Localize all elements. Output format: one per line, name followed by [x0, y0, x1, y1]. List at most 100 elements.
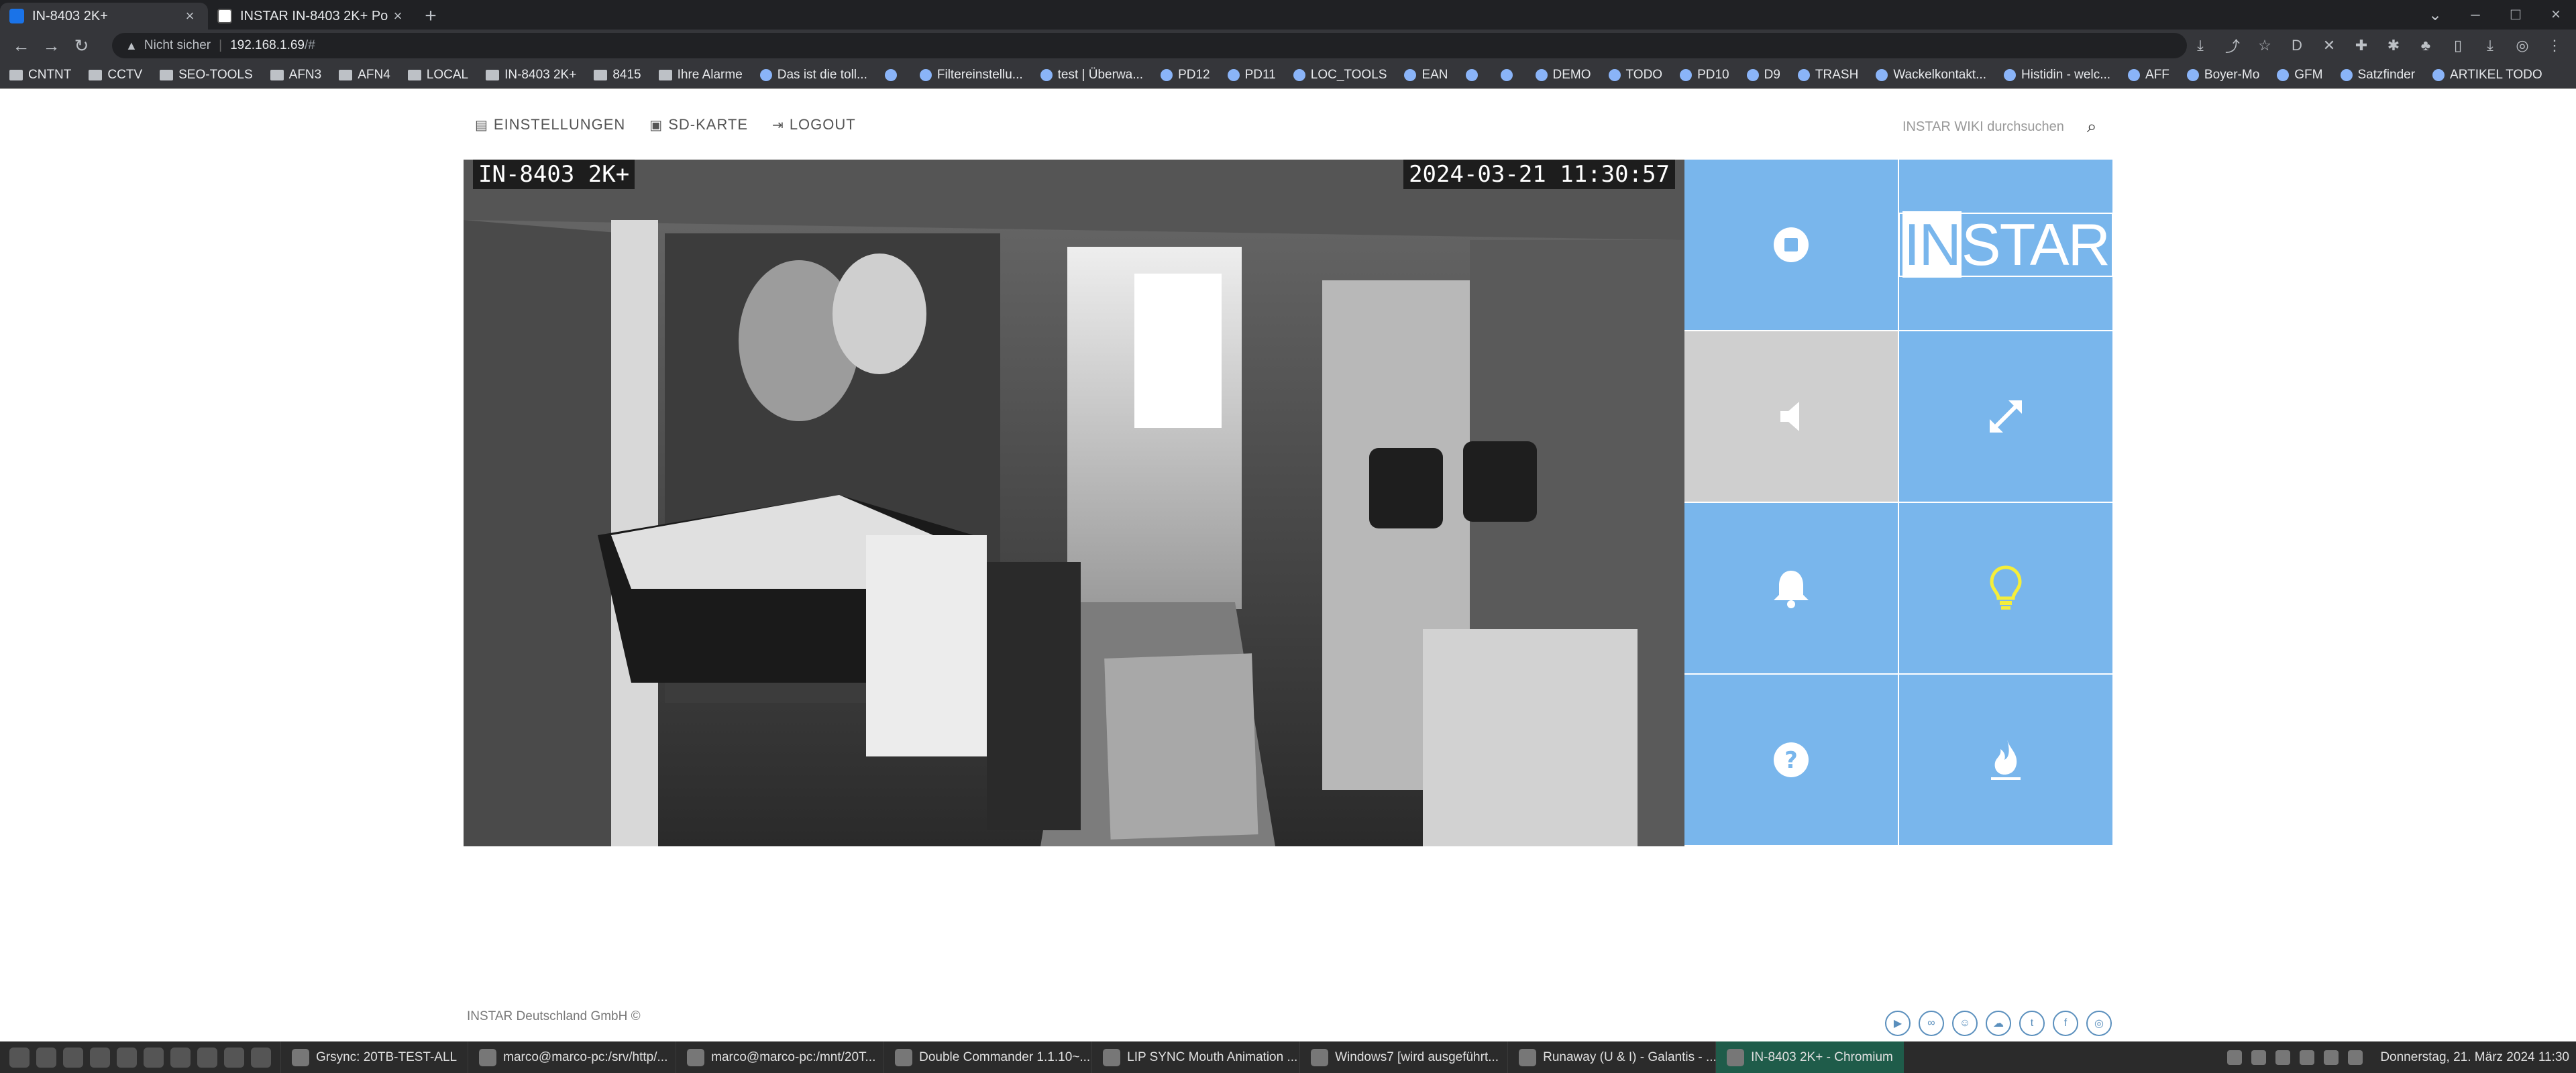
bookmark-item[interactable]: AFN3 [270, 68, 321, 82]
taskbar-task[interactable]: Grsync: 20TB-TEST-ALL [280, 1041, 468, 1073]
bookmark-item[interactable]: IN-8403 2K+ [486, 68, 576, 82]
bookmark-item[interactable]: Ihre Alarme [658, 68, 743, 82]
bookmark-item[interactable]: D9 [1746, 68, 1780, 82]
bookmark-item[interactable] [1500, 68, 1518, 81]
bookmark-item[interactable]: CCTV [89, 68, 142, 82]
taskbar-task[interactable]: LIP SYNC Mouth Animation ... [1091, 1041, 1299, 1073]
bookmark-item[interactable]: TRASH [1797, 68, 1858, 82]
bookmark-item[interactable]: Boyer-Mo [2186, 68, 2259, 82]
puzzle-icon[interactable]: ✱ [2380, 32, 2407, 59]
bookmark-item[interactable]: PD10 [1680, 68, 1729, 82]
app-icon[interactable] [36, 1047, 56, 1068]
tab-search-icon[interactable]: ⌄ [2415, 0, 2455, 30]
app-icon[interactable] [197, 1047, 217, 1068]
bookmark-item[interactable]: TODO [1608, 68, 1662, 82]
bookmark-item[interactable]: PD11 [1227, 68, 1276, 82]
reload-icon[interactable]: ↻ [68, 32, 95, 59]
taskbar-task[interactable]: marco@marco-pc:/mnt/20T... [676, 1041, 883, 1073]
taskbar-task[interactable]: Double Commander 1.1.10~... [883, 1041, 1091, 1073]
bookmark-item[interactable]: Wackelkontakt... [1876, 68, 1986, 82]
desktop-icon[interactable] [63, 1047, 83, 1068]
search-input[interactable]: INSTAR WIKI durchsuchen [1902, 119, 2064, 135]
bookmark-item[interactable]: Histidin - welc... [2004, 68, 2110, 82]
network-icon[interactable] [2300, 1050, 2315, 1065]
app-icon[interactable] [224, 1047, 244, 1068]
camera-live-view[interactable]: IN-8403 2K+ 2024-03-21 11:30:57 [464, 160, 1684, 846]
new-tab-button[interactable]: + [416, 3, 445, 30]
taskbar-task[interactable]: Windows7 [wird ausgeführt... [1299, 1041, 1507, 1073]
bookmark-item[interactable]: SEO-TOOLS [160, 68, 253, 82]
menu-icon[interactable]: ⋮ [2541, 32, 2568, 59]
search-icon[interactable]: ⌕ [2087, 116, 2097, 137]
tab-instar-product[interactable]: INSTAR IN-8403 2K+ Po × [208, 3, 416, 30]
forward-icon[interactable]: → [38, 32, 64, 59]
sidebar-icon[interactable]: ▯ [2445, 32, 2471, 59]
bookmark-item[interactable]: LOCAL [407, 68, 468, 82]
star-icon[interactable]: ☆ [2251, 32, 2278, 59]
extension-icon[interactable]: ✚ [2348, 32, 2375, 59]
ir-light-button[interactable] [1899, 503, 2112, 673]
share-icon[interactable]: ⤴ [2219, 32, 2246, 59]
bookmark-item[interactable]: 8415 [594, 68, 641, 82]
download-icon[interactable]: ⤓ [2187, 32, 2214, 59]
social-icon[interactable]: ☁ [1986, 1011, 2011, 1036]
close-icon[interactable]: × [181, 7, 199, 25]
bookmark-item[interactable]: GFM [2277, 68, 2323, 82]
alarm-button[interactable] [1684, 503, 1898, 673]
close-icon[interactable]: × [389, 7, 407, 25]
flame-button[interactable] [1899, 675, 2112, 845]
address-bar[interactable]: ▲ Nicht sicher | 192.168.1.69 /# [112, 33, 2187, 58]
taskbar-task[interactable]: Runaway (U & I) - Galantis - ... [1507, 1041, 1715, 1073]
stop-stream-button[interactable] [1684, 160, 1898, 330]
bookmark-item[interactable] [884, 68, 902, 81]
extension-icon[interactable]: ♣ [2412, 32, 2439, 59]
bookmark-item[interactable]: test | Überwa... [1040, 68, 1143, 82]
volume-icon[interactable] [2324, 1050, 2339, 1065]
app-icon[interactable] [144, 1047, 164, 1068]
start-menu-icon[interactable] [9, 1047, 30, 1068]
youtube-icon[interactable]: ▶ [1885, 1011, 1911, 1036]
extension-icon[interactable]: D [2284, 32, 2310, 59]
app-icon[interactable] [170, 1047, 191, 1068]
bookmark-item[interactable]: Das ist die toll... [759, 68, 867, 82]
bookmark-item[interactable]: AFF [2128, 68, 2169, 82]
bookmark-item[interactable]: PD12 [1161, 68, 1210, 82]
close-window-icon[interactable]: × [2536, 0, 2576, 30]
terminal-icon[interactable] [90, 1047, 110, 1068]
tab-camera[interactable]: IN-8403 2K+ × [0, 3, 208, 30]
bookmark-item[interactable]: DEMO [1535, 68, 1591, 82]
fullscreen-button[interactable] [1899, 331, 2112, 502]
bookmark-item[interactable]: ARTIKEL TODO [2432, 68, 2542, 82]
settings-link[interactable]: ▤ EINSTELLUNGEN [475, 116, 625, 133]
help-button[interactable]: ? [1684, 675, 1898, 845]
tray-icon[interactable] [2227, 1050, 2243, 1065]
bookmark-item[interactable]: Satzfinder [2340, 68, 2415, 82]
taskbar-task[interactable]: IN-8403 2K+ - Chromium [1715, 1041, 1904, 1073]
bookmark-item[interactable]: LOC_TOOLS [1293, 68, 1387, 82]
profile-icon[interactable]: ◎ [2509, 32, 2536, 59]
warning-icon[interactable]: ▲ [125, 39, 138, 53]
back-icon[interactable]: ← [8, 32, 34, 59]
bookmark-item[interactable] [1465, 68, 1483, 81]
taskbar-task[interactable]: marco@marco-pc:/srv/http/... [468, 1041, 676, 1073]
tray-icon[interactable] [2251, 1050, 2267, 1065]
logout-link[interactable]: ⇥ LOGOUT [772, 116, 856, 133]
twitter-icon[interactable]: t [2019, 1011, 2045, 1036]
bookmark-item[interactable]: Filtereinstellu... [919, 68, 1023, 82]
maximize-icon[interactable]: □ [2496, 0, 2536, 30]
facebook-icon[interactable]: f [2053, 1011, 2078, 1036]
bookmark-item[interactable]: CNTNT [9, 68, 71, 82]
instagram-icon[interactable]: ◎ [2086, 1011, 2112, 1036]
minimize-icon[interactable]: – [2455, 0, 2496, 30]
bookmark-item[interactable]: EAN [1404, 68, 1448, 82]
extension-icon[interactable]: ✕ [2316, 32, 2343, 59]
social-icon[interactable]: ☺ [1952, 1011, 1978, 1036]
tray-icon[interactable] [2275, 1050, 2291, 1065]
downloads-icon[interactable]: ⤓ [2477, 32, 2504, 59]
battery-icon[interactable] [2348, 1050, 2363, 1065]
app-icon[interactable] [251, 1047, 271, 1068]
sd-card-link[interactable]: ▣ SD-KARTE [649, 116, 748, 133]
bookmark-item[interactable]: AFN4 [339, 68, 390, 82]
app-icon[interactable] [117, 1047, 137, 1068]
social-icon[interactable]: ∞ [1919, 1011, 1944, 1036]
